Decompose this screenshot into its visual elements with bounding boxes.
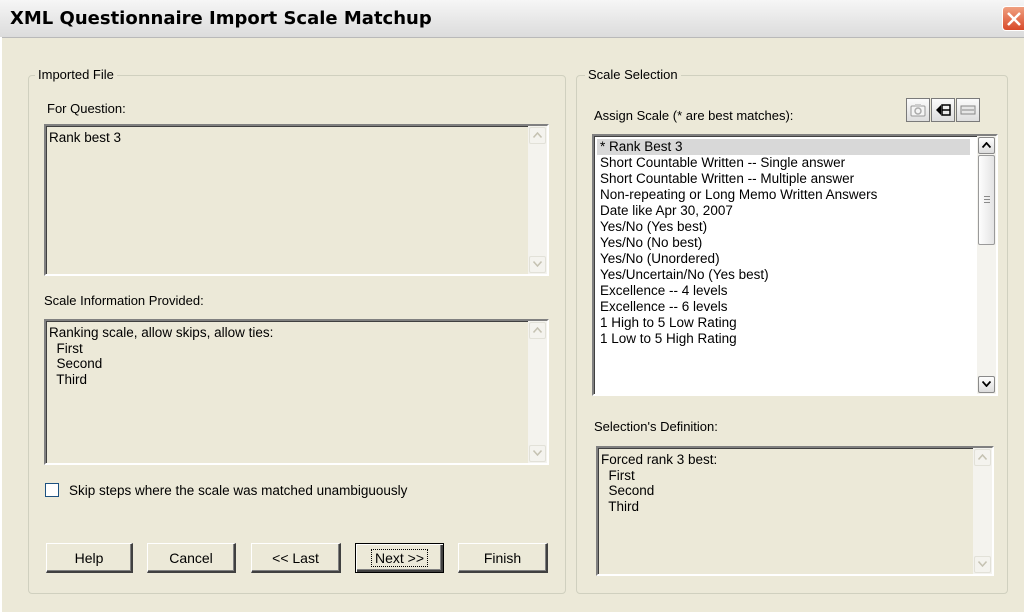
arrow-up-icon (533, 132, 542, 138)
scroll-down-button[interactable] (978, 376, 995, 393)
next-button[interactable]: Next >> (355, 543, 444, 573)
scale-list-item[interactable]: Short Countable Written -- Single answer (597, 155, 845, 171)
scroll-up-button[interactable] (529, 322, 546, 339)
arrow-up-icon (978, 454, 987, 460)
arrow-down-icon (533, 261, 542, 267)
question-text: Rank best 3 (49, 130, 122, 145)
photo-icon (910, 104, 926, 117)
photo-button[interactable] (906, 98, 930, 122)
scale-selection-legend: Scale Selection (585, 67, 681, 82)
close-button[interactable] (1002, 6, 1024, 31)
last-button[interactable]: << Last (251, 543, 341, 573)
arrow-down-icon (978, 561, 987, 567)
tag-arrow-icon (936, 104, 951, 116)
scale-list-scrollbar[interactable] (977, 136, 996, 394)
scroll-up-button[interactable] (974, 449, 991, 466)
scale-list-item[interactable]: Non-repeating or Long Memo Written Answe… (597, 187, 877, 203)
scale-list-item[interactable]: Yes/No (No best) (597, 235, 702, 251)
skip-steps-label: Skip steps where the scale was matched u… (69, 483, 408, 498)
scale-list-item[interactable]: Yes/No (Unordered) (597, 251, 720, 267)
scale-list-item[interactable]: Excellence -- 4 levels (597, 283, 728, 299)
question-scrollbar[interactable] (528, 126, 547, 274)
scroll-up-button[interactable] (529, 127, 546, 144)
window-title: XML Questionnaire Import Scale Matchup (10, 8, 432, 29)
arrow-up-icon (533, 327, 542, 333)
scale-info-text: Ranking scale, allow skips, allow ties: … (49, 325, 274, 387)
equals-button[interactable] (956, 98, 980, 122)
scroll-thumb[interactable] (978, 155, 995, 245)
arrow-down-icon (982, 381, 991, 387)
cancel-button[interactable]: Cancel (147, 543, 236, 573)
arrow-up-icon (982, 142, 991, 148)
scale-list-item[interactable]: Date like Apr 30, 2007 (597, 203, 733, 219)
definition-textbox[interactable]: Forced rank 3 best: First Second Third (596, 446, 994, 576)
arrow-down-icon (533, 450, 542, 456)
scale-info-textbox[interactable]: Ranking scale, allow skips, allow ties: … (44, 319, 549, 465)
scale-list-item[interactable]: Yes/Uncertain/No (Yes best) (597, 267, 769, 283)
scale-list-item[interactable]: Excellence -- 6 levels (597, 299, 728, 315)
scale-list-item[interactable]: Yes/No (Yes best) (597, 219, 707, 235)
definition-scrollbar[interactable] (973, 448, 992, 574)
imported-file-legend: Imported File (35, 67, 117, 82)
finish-button[interactable]: Finish (458, 543, 548, 573)
next-button-label: Next >> (370, 549, 429, 567)
title-bar: XML Questionnaire Import Scale Matchup (0, 0, 1024, 38)
scale-list-item[interactable]: 1 Low to 5 High Rating (597, 331, 737, 347)
definition-text: Forced rank 3 best: First Second Third (601, 452, 718, 514)
assign-scale-label: Assign Scale (* are best matches): (594, 108, 794, 123)
scale-info-scrollbar[interactable] (528, 321, 547, 463)
scroll-down-button[interactable] (529, 445, 546, 462)
scale-list-item[interactable]: * Rank Best 3 (597, 139, 970, 155)
for-question-label: For Question: (47, 101, 126, 116)
scale-listbox[interactable]: * Rank Best 3 Short Countable Written -- … (592, 134, 998, 396)
definition-label: Selection's Definition: (594, 419, 718, 434)
scale-info-label: Scale Information Provided: (44, 293, 204, 308)
scale-list-item[interactable]: 1 High to 5 Low Rating (597, 315, 737, 331)
equals-icon (960, 105, 976, 115)
tag-arrow-button[interactable] (931, 98, 955, 122)
scroll-down-button[interactable] (974, 556, 991, 573)
close-icon (1007, 12, 1021, 26)
question-textbox[interactable]: Rank best 3 (44, 124, 549, 276)
scroll-up-button[interactable] (978, 137, 995, 154)
help-button[interactable]: Help (46, 543, 133, 573)
scale-list-item[interactable]: Short Countable Written -- Multiple answ… (597, 171, 854, 187)
skip-steps-checkbox[interactable] (45, 483, 59, 497)
scroll-down-button[interactable] (529, 256, 546, 273)
